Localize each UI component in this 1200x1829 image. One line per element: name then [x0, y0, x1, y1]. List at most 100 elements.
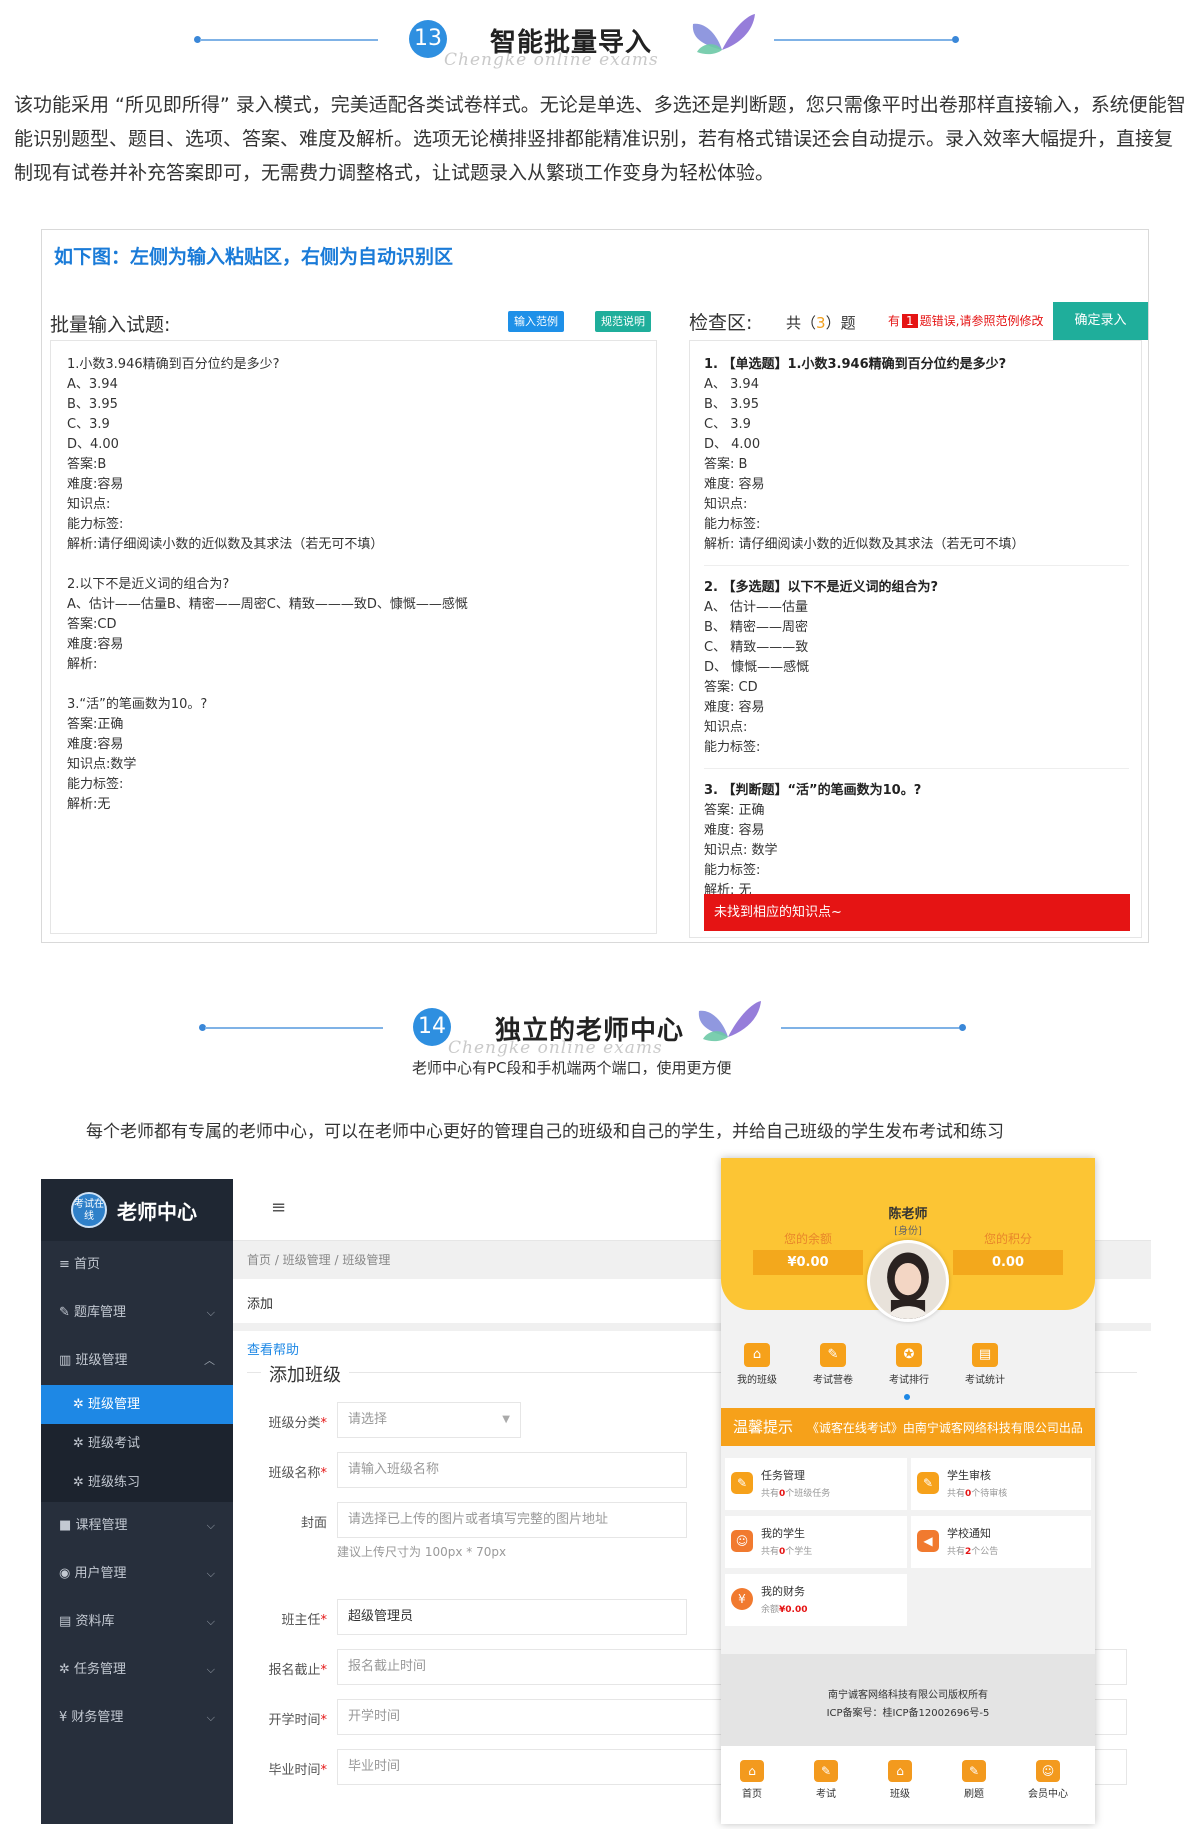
logo-badge: 考试在线: [71, 1192, 107, 1228]
school-icon: ⌂: [888, 1760, 912, 1782]
menu-toggle-icon[interactable]: ≡: [271, 1197, 286, 1218]
mobile-footer: 南宁诚客网络科技有限公司版权所有 ICP备案号：桂ICP备12002696号-5: [721, 1654, 1095, 1746]
error-count: 有 1 题错误,请参照范例修改: [888, 314, 1044, 328]
sidebar-item-task[interactable]: ✲ 任务管理 ⌵: [41, 1646, 233, 1694]
question-body: A、 3.94 B、 3.95 C、 3.9 D、 4.00 答案: B 难度:…: [704, 377, 1025, 552]
section-number: 14: [413, 1008, 451, 1046]
example-button[interactable]: 输入范例: [508, 311, 564, 332]
class-name-input[interactable]: 请输入班级名称: [337, 1452, 687, 1488]
section-number: 13: [409, 20, 447, 58]
question-body: 答案: 正确 难度: 容易 知识点: 数学 能力标签: 解析: 无: [704, 803, 778, 898]
grid-my-class[interactable]: ⌂ 我的班级: [727, 1343, 787, 1386]
sidebar-item-finance[interactable]: ¥ 财务管理 ⌵: [41, 1694, 233, 1742]
card-student-review[interactable]: ✎ 学生审核 共有0个待审核: [911, 1458, 1091, 1510]
grid-exam-stats[interactable]: ▤ 考试统计: [955, 1343, 1015, 1386]
grid-exam-paper[interactable]: ✎ 考试营卷: [803, 1343, 863, 1386]
teacher-name: 陈老师: [888, 1207, 928, 1222]
chevron-down-icon: ⌵: [206, 1567, 215, 1580]
card-my-students[interactable]: ☺ 我的学生 共有0个学生: [725, 1516, 907, 1568]
tab-home[interactable]: ⌂ 首页: [727, 1760, 777, 1800]
home-icon: ⌂: [740, 1760, 764, 1782]
chevron-down-icon: ⌵: [206, 1663, 215, 1676]
form-title: 添加班级: [261, 1361, 349, 1387]
exam-icon: ✎: [814, 1760, 838, 1782]
sidebar-sub-class-exam[interactable]: ✲ 班级考试: [41, 1424, 233, 1463]
sidebar-item-course[interactable]: ■ 课程管理 ⌵: [41, 1502, 233, 1550]
cover-input[interactable]: 请选择已上传的图片或者填写完整的图片地址: [337, 1502, 687, 1538]
question-title: 2. 【多选题】以下不是近义词的组合为?: [704, 580, 939, 595]
category-select[interactable]: 请选择 ▼: [337, 1402, 521, 1438]
bottom-tab-bar: ⌂ 首页 ✎ 考试 ⌂ 班级 ✎ 刷题 ☺ 会员中心: [721, 1746, 1095, 1824]
avatar[interactable]: [867, 1240, 949, 1322]
sidebar-item-user[interactable]: ◉ 用户管理 ⌵: [41, 1550, 233, 1598]
stats-icon: ▤: [972, 1343, 998, 1367]
check-area: 1. 【单选题】1.小数3.946精确到百分位约是多少? A、 3.94 B、 …: [689, 340, 1142, 938]
category-label: 班级分类*: [268, 1416, 327, 1431]
deco-line: [774, 39, 952, 41]
points-label: 您的积分: [983, 1232, 1032, 1246]
cover-hint: 建议上传尺寸为 100px * 70px: [337, 1545, 507, 1559]
question-title: 3. 【判断题】“活”的笔画数为10。?: [704, 783, 922, 798]
chevron-down-icon: ▼: [502, 1414, 510, 1425]
feature-intro: 该功能采用 “所见即所得” 录入模式，完美适配各类试卷样式。无论是单选、多选还是…: [14, 94, 1186, 184]
error-bar: 未找到相应的知识点~: [704, 894, 1130, 931]
grid-exam-rank[interactable]: ✪ 考试排行: [879, 1343, 939, 1386]
yen-icon: ¥: [59, 1710, 68, 1725]
sidebar-item-library[interactable]: ▤ 资料库 ⌵: [41, 1598, 233, 1646]
edit-icon: ✎: [820, 1343, 846, 1367]
paste-pane-title: 批量输入试题:: [50, 314, 171, 336]
page-indicator: [904, 1394, 910, 1400]
chevron-down-icon: ⌵: [206, 1306, 215, 1319]
notice-text: 《诚客在线考试》由南宁诚客网络科技有限公司出品: [806, 1421, 1083, 1435]
start-date-label: 开学时间*: [268, 1713, 327, 1728]
demo-heading: 如下图：左侧为输入粘贴区，右侧为自动识别区: [54, 246, 454, 268]
card-task-manage[interactable]: ✎ 任务管理 共有0个班级任务: [725, 1458, 907, 1510]
gear-icon: ✲: [59, 1662, 70, 1677]
card-my-finance[interactable]: ¥ 我的财务 余额¥0.00: [725, 1574, 907, 1626]
tab-member[interactable]: ☺ 会员中心: [1023, 1760, 1073, 1800]
spec-button[interactable]: 规范说明: [595, 311, 651, 332]
sidebar-item-class[interactable]: ▥ 班级管理 ︿: [41, 1337, 233, 1385]
briefcase-icon: ▤: [59, 1614, 72, 1629]
points-value: 0.00: [953, 1250, 1063, 1275]
graduation-label: 毕业时间*: [268, 1763, 327, 1778]
chevron-down-icon: ⌵: [206, 1519, 215, 1532]
cover-label: 封面: [300, 1516, 327, 1531]
card-school-notice[interactable]: ◀ 学校通知 共有2个公告: [911, 1516, 1091, 1568]
tab-add[interactable]: 添加: [247, 1293, 273, 1312]
head-teacher-input[interactable]: 超级管理员: [337, 1599, 687, 1635]
deco-line: [200, 39, 378, 41]
home-icon: ≡: [59, 1257, 70, 1272]
chevron-down-icon: ⌵: [206, 1615, 215, 1628]
paste-textarea[interactable]: 1.小数3.946精确到百分位约是多少? A、3.94 B、3.95 C、3.9…: [50, 340, 657, 934]
sidebar-logo: 考试在线 老师中心: [41, 1179, 233, 1241]
tab-class[interactable]: ⌂ 班级: [875, 1760, 925, 1800]
head-teacher-label: 班主任*: [281, 1613, 327, 1628]
profile-header: 陈老师 [身份] 您的余额 ¥0.00 您的积分 0.00: [721, 1158, 1095, 1322]
balance-value: ¥0.00: [753, 1250, 863, 1275]
confirm-import-button[interactable]: 确定录入: [1053, 302, 1148, 340]
help-link[interactable]: 查看帮助: [247, 1339, 299, 1358]
sidebar: 考试在线 老师中心 ≡ 首页 ✎ 题库管理 ⌵ ▥ 班级管理 ︿ ✲ 班级管理 ✲ …: [41, 1179, 233, 1824]
chevron-up-icon: ︿: [204, 1354, 215, 1367]
check-pane-title: 检查区:: [689, 312, 753, 334]
tab-exam[interactable]: ✎ 考试: [801, 1760, 851, 1800]
sidebar-item-home[interactable]: ≡ 首页: [41, 1241, 233, 1289]
tab-practice[interactable]: ✎ 刷题: [949, 1760, 999, 1800]
yen-icon: ¥: [731, 1588, 753, 1610]
batch-import-demo: 如下图：左侧为输入粘贴区，右侧为自动识别区 批量输入试题: 输入范例 规范说明 …: [41, 229, 1149, 943]
name-label: 班级名称*: [268, 1466, 327, 1481]
balance-label: 您的余额: [783, 1232, 832, 1246]
school-icon: ⌂: [744, 1343, 770, 1367]
sidebar-sub-class-manage[interactable]: ✲ 班级管理: [41, 1385, 233, 1424]
question-item: 1. 【单选题】1.小数3.946精确到百分位约是多少? A、 3.94 B、 …: [704, 355, 1129, 566]
sidebar-sub-class-practice[interactable]: ✲ 班级练习: [41, 1463, 233, 1502]
megaphone-icon: ◀: [917, 1530, 939, 1552]
section-title: 智能批量导入: [490, 28, 653, 58]
review-icon: ✎: [917, 1472, 939, 1494]
notice-label: 温馨提示: [733, 1418, 794, 1436]
deco-line: [781, 1027, 959, 1029]
question-body: A、 估计——估量 B、 精密——周密 C、 精致———致 D、 慷慨——感慨 …: [704, 600, 810, 755]
sidebar-item-question-bank[interactable]: ✎ 题库管理 ⌵: [41, 1289, 233, 1337]
butterfly-icon: [692, 14, 755, 55]
